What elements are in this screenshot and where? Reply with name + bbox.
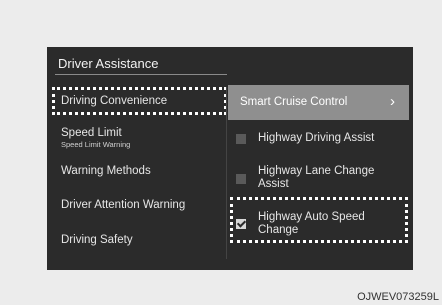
checkbox-unchecked[interactable]: [236, 174, 246, 184]
driver-assistance-screen: Driver Assistance Driving Convenience Sp…: [47, 47, 413, 270]
chevron-right-icon: ›: [390, 93, 395, 110]
checkbox-unchecked[interactable]: [236, 134, 246, 144]
menu-item-sublabel: Speed Limit Warning: [61, 140, 131, 149]
menu-item-speed-limit[interactable]: Speed Limit Speed Limit Warning: [61, 127, 130, 149]
menu-item-label: Driver Attention Warning: [61, 199, 186, 211]
title-underline: [55, 74, 227, 75]
menu-item-label: Speed Limit: [61, 127, 122, 139]
menu-item-label: Warning Methods: [61, 165, 151, 177]
menu-item-driver-attention-warning[interactable]: Driver Attention Warning: [61, 199, 185, 211]
highway-auto-speed-change-callout: [230, 197, 408, 243]
driving-convenience-callout: [52, 87, 227, 115]
image-code: OJWEV073259L: [357, 291, 439, 303]
menu-divider: [226, 87, 227, 259]
smart-cruise-control-item[interactable]: Smart Cruise Control ›: [228, 85, 409, 120]
option-label: Highway Driving Assist: [258, 132, 375, 144]
menu-item-driving-safety[interactable]: Driving Safety: [61, 234, 133, 246]
menu-item-label: Driving Safety: [61, 234, 133, 246]
menu-item-warning-methods[interactable]: Warning Methods: [61, 165, 151, 177]
smart-cruise-control-label: Smart Cruise Control: [240, 96, 348, 108]
option-label: Highway Lane Change Assist: [258, 165, 375, 190]
screen-title: Driver Assistance: [58, 56, 159, 71]
